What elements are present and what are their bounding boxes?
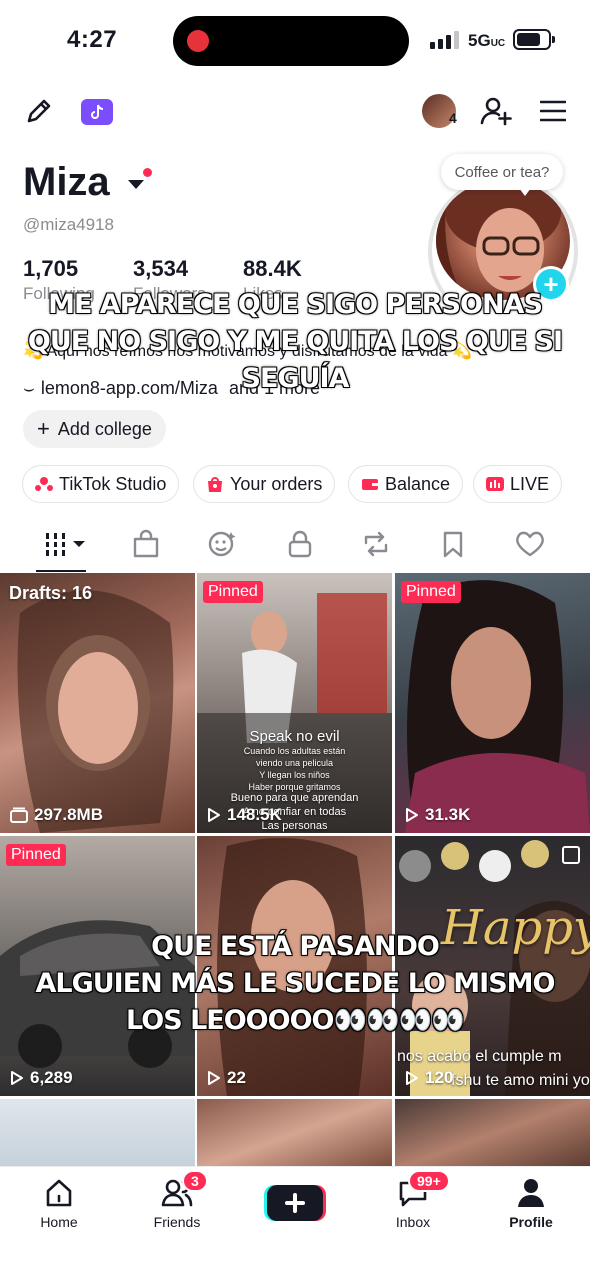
- your-orders-button[interactable]: Your orders: [193, 465, 336, 503]
- drafts-icon: [10, 807, 28, 823]
- chevron-down-icon[interactable]: [128, 180, 144, 190]
- account-count: 4: [449, 110, 457, 126]
- status-bar: 4:27 5GUC: [0, 0, 590, 80]
- likes-count[interactable]: 88.4K: [243, 256, 302, 282]
- play-icon: [406, 808, 418, 822]
- video-tile-8[interactable]: [197, 1099, 392, 1169]
- tile-caption-1: nos acabó el cumple m: [397, 1048, 562, 1065]
- your-orders-label: Your orders: [230, 473, 323, 494]
- overlay-caption-middle: QUE ESTÁ PASANDO ALGUIEN MÁS LE SUCEDE L…: [35, 930, 557, 1037]
- friends-badge: 3: [182, 1170, 208, 1192]
- nav-profile[interactable]: Profile: [472, 1167, 590, 1237]
- videos-grid-icon[interactable]: [44, 529, 88, 559]
- tile-count: 297.8MB: [10, 805, 103, 825]
- profile-name[interactable]: Miza: [23, 160, 110, 205]
- note-bubble[interactable]: Coffee or tea?: [441, 154, 563, 190]
- live-button[interactable]: LIVE: [473, 465, 563, 503]
- add-college-label: Add college: [57, 418, 152, 439]
- add-user-icon[interactable]: [480, 96, 512, 126]
- lock-icon[interactable]: [285, 529, 315, 559]
- nav-inbox[interactable]: Inbox 99+: [354, 1167, 472, 1237]
- play-icon: [406, 1071, 418, 1085]
- tiktok-studio-icon[interactable]: [81, 99, 113, 125]
- tile-count: 31.3K: [405, 805, 470, 825]
- video-thumbnail: [17, 590, 174, 833]
- notification-dot: [143, 168, 152, 177]
- bookmark-icon[interactable]: [438, 529, 468, 559]
- nav-inbox-label: Inbox: [395, 1214, 431, 1230]
- bottom-navigation: Home Friends 3 Inbox 99+ Profile: [0, 1166, 590, 1280]
- nav-home-label: Home: [40, 1214, 78, 1230]
- inbox-badge: 99+: [408, 1170, 450, 1192]
- dynamic-island: [173, 16, 409, 66]
- cellular-signal-icon: [430, 31, 459, 49]
- followers-count[interactable]: 3,534: [133, 256, 188, 282]
- tile-caption-2: fshu te amo mini yo: [451, 1072, 590, 1089]
- profile-icon: [518, 1179, 544, 1207]
- tiktok-studio-button[interactable]: TikTok Studio: [22, 465, 180, 503]
- tile-count: 22: [207, 1068, 246, 1088]
- video-tile-speak-no-evil[interactable]: Pinned Speak no evil Cuando los adultas …: [197, 573, 392, 833]
- play-icon: [11, 1071, 23, 1085]
- network-type: 5GUC: [468, 31, 506, 50]
- video-tile-3[interactable]: Pinned 31.3K: [395, 573, 590, 833]
- tile-subtitle: Cuando los adultas están viendo una pelic…: [243, 746, 346, 792]
- home-icon: [46, 1179, 72, 1207]
- video-thumbnail: [405, 580, 590, 833]
- play-icon: [208, 808, 220, 822]
- tile-count: 6,289: [10, 1068, 73, 1088]
- balance-button[interactable]: Balance: [348, 465, 464, 503]
- create-post-button[interactable]: [264, 1183, 326, 1223]
- heart-icon[interactable]: [514, 529, 546, 559]
- reposts-face-icon[interactable]: [207, 529, 237, 559]
- battery-icon: [513, 29, 555, 50]
- video-tile-drafts[interactable]: Drafts: 16 297.8MB: [0, 573, 195, 833]
- add-college-button[interactable]: + Add college: [23, 410, 166, 448]
- tile-count: 148.5K: [207, 805, 282, 825]
- pinned-badge: Pinned: [203, 581, 263, 603]
- plus-icon: +: [37, 416, 50, 441]
- shopping-bag-icon: [208, 477, 222, 492]
- pencil-icon[interactable]: [24, 96, 54, 126]
- nav-profile-label: Profile: [509, 1214, 553, 1230]
- nav-home[interactable]: Home: [0, 1167, 118, 1237]
- shop-bag-icon[interactable]: [131, 529, 161, 559]
- overlay-caption-top: ME APARECE QUE SIGO PERSONAS QUE NO SIGO…: [27, 288, 564, 395]
- video-tile-9[interactable]: [395, 1099, 590, 1169]
- drafts-label: Drafts: 16: [9, 583, 93, 603]
- pinned-badge: Pinned: [6, 844, 66, 866]
- live-bars-icon: [486, 477, 504, 491]
- video-tile-7[interactable]: [0, 1099, 195, 1169]
- tile-title: Speak no evil: [249, 728, 340, 745]
- studio-people-icon: [35, 477, 53, 491]
- pinned-badge: Pinned: [401, 581, 461, 603]
- active-tab-indicator: [36, 570, 86, 572]
- recording-indicator-icon: [187, 30, 209, 52]
- nav-friends[interactable]: Friends 3: [118, 1167, 236, 1237]
- balance-label: Balance: [385, 473, 451, 494]
- profile-handle: @miza4918: [23, 215, 114, 234]
- following-count[interactable]: 1,705: [23, 256, 78, 282]
- photo-carousel-icon: [562, 846, 580, 864]
- repost-icon[interactable]: [361, 529, 391, 559]
- wallet-icon: [362, 479, 378, 490]
- hamburger-menu-icon[interactable]: [540, 99, 566, 123]
- nav-friends-label: Friends: [153, 1214, 201, 1230]
- tile-count: 120: [405, 1068, 453, 1088]
- status-time: 4:27: [67, 26, 118, 53]
- tiktok-studio-label: TikTok Studio: [59, 473, 167, 494]
- live-label: LIVE: [510, 473, 550, 494]
- play-icon: [208, 1071, 220, 1085]
